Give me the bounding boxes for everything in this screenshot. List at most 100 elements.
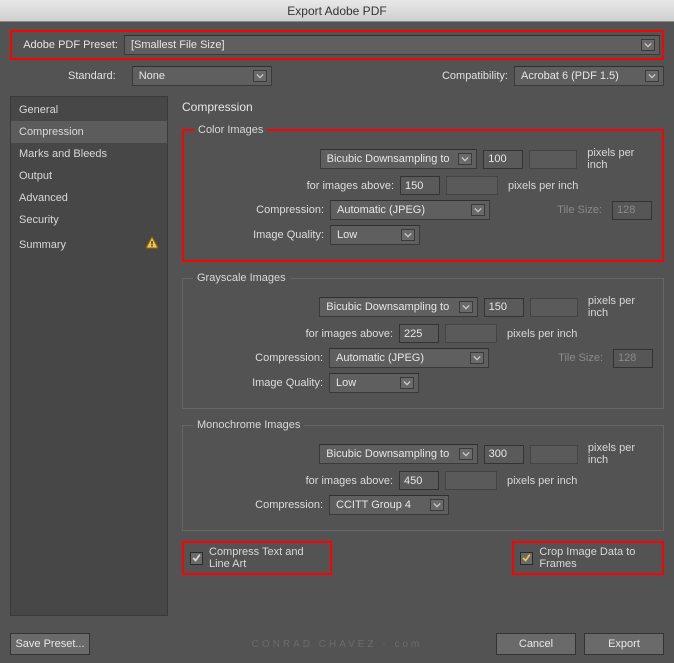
dropdown-value: Automatic (JPEG)	[337, 204, 425, 216]
dropdown-value: Low	[336, 377, 356, 389]
grayscale-images-group: Grayscale Images Bicubic Downsampling to…	[182, 272, 664, 409]
sidebar-item-general[interactable]: General	[11, 99, 167, 121]
stepper-blank[interactable]	[529, 150, 577, 169]
group-legend: Grayscale Images	[193, 272, 290, 284]
monochrome-images-group: Monochrome Images Bicubic Downsampling t…	[182, 419, 664, 531]
stepper-blank[interactable]	[446, 176, 498, 195]
mono-ppi-input[interactable]	[484, 445, 524, 464]
sidebar-item-advanced[interactable]: Advanced	[11, 187, 167, 209]
watermark: CONRAD CHAVEZ · com	[252, 639, 423, 650]
check-icon	[520, 552, 533, 565]
chevron-down-icon	[471, 204, 485, 216]
unit-label: pixels per inch	[507, 475, 577, 487]
chevron-down-icon	[459, 448, 473, 460]
gray-tile-input	[613, 349, 653, 368]
sidebar-item-summary[interactable]: Summary	[11, 231, 167, 258]
unit-label: pixels per inch	[588, 442, 653, 466]
mono-method-dropdown[interactable]: Bicubic Downsampling to	[319, 444, 477, 464]
color-images-group: Color Images Bicubic Downsampling to pix…	[182, 124, 664, 262]
compression-label: Compression:	[193, 352, 323, 364]
dropdown-value: Bicubic Downsampling to	[326, 448, 449, 460]
preset-dropdown[interactable]: [Smallest File Size]	[124, 35, 660, 55]
gray-ppi-input[interactable]	[484, 298, 524, 317]
gray-above-input[interactable]	[399, 324, 439, 343]
compat-label: Compatibility:	[442, 70, 508, 82]
tile-size-label: Tile Size:	[557, 204, 602, 216]
sidebar-item-label: Compression	[19, 126, 84, 138]
export-button[interactable]: Export	[584, 633, 664, 655]
check-icon	[190, 552, 203, 565]
mono-above-input[interactable]	[399, 471, 439, 490]
standard-value: None	[139, 70, 165, 82]
chevron-down-icon	[458, 153, 472, 165]
stepper-blank[interactable]	[445, 471, 497, 490]
window-title: Export Adobe PDF	[0, 0, 674, 22]
gray-method-dropdown[interactable]: Bicubic Downsampling to	[319, 297, 477, 317]
gray-quality-dropdown[interactable]: Low	[329, 373, 419, 393]
stepper-blank[interactable]	[530, 298, 578, 317]
panel-title: Compression	[182, 100, 664, 114]
stepper-blank[interactable]	[445, 324, 497, 343]
gray-compression-dropdown[interactable]: Automatic (JPEG)	[329, 348, 489, 368]
chevron-down-icon	[641, 39, 655, 51]
category-sidebar: General Compression Marks and Bleeds Out…	[10, 96, 168, 616]
dropdown-value: Low	[337, 229, 357, 241]
sidebar-item-compression[interactable]: Compression	[11, 121, 167, 143]
sidebar-item-label: Summary	[19, 239, 66, 251]
color-above-input[interactable]	[400, 176, 440, 195]
tile-size-label: Tile Size:	[558, 352, 603, 364]
stepper-blank[interactable]	[530, 445, 578, 464]
group-legend: Monochrome Images	[193, 419, 304, 431]
compress-text-checkbox[interactable]: Compress Text and Line Art	[182, 541, 332, 575]
chevron-down-icon	[645, 70, 659, 82]
sidebar-item-security[interactable]: Security	[11, 209, 167, 231]
unit-label: pixels per inch	[507, 328, 577, 340]
unit-label: pixels per inch	[508, 180, 578, 192]
compat-value: Acrobat 6 (PDF 1.5)	[521, 70, 619, 82]
group-legend: Color Images	[194, 124, 267, 136]
color-tile-input	[612, 201, 652, 220]
sidebar-item-label: Advanced	[19, 192, 68, 204]
cancel-button[interactable]: Cancel	[496, 633, 576, 655]
save-preset-button[interactable]: Save Preset...	[10, 633, 90, 655]
sidebar-item-label: General	[19, 104, 58, 116]
preset-label: Adobe PDF Preset:	[14, 39, 124, 51]
mono-compression-dropdown[interactable]: CCITT Group 4	[329, 495, 449, 515]
chevron-down-icon	[253, 70, 267, 82]
dropdown-value: Bicubic Downsampling to	[327, 153, 450, 165]
color-ppi-input[interactable]	[483, 150, 523, 169]
checkbox-label: Compress Text and Line Art	[209, 546, 324, 570]
chevron-down-icon	[401, 229, 415, 241]
chevron-down-icon	[430, 499, 444, 511]
sidebar-item-output[interactable]: Output	[11, 165, 167, 187]
chevron-down-icon	[470, 352, 484, 364]
dropdown-value: CCITT Group 4	[336, 499, 411, 511]
warning-icon	[145, 236, 159, 253]
above-label: for images above:	[193, 328, 393, 340]
quality-label: Image Quality:	[194, 229, 324, 241]
color-quality-dropdown[interactable]: Low	[330, 225, 420, 245]
color-compression-dropdown[interactable]: Automatic (JPEG)	[330, 200, 490, 220]
quality-label: Image Quality:	[193, 377, 323, 389]
checkbox-label: Crop Image Data to Frames	[539, 546, 656, 570]
color-method-dropdown[interactable]: Bicubic Downsampling to	[320, 149, 478, 169]
compression-label: Compression:	[194, 204, 324, 216]
standard-dropdown[interactable]: None	[132, 66, 272, 86]
standard-label: Standard:	[68, 70, 116, 82]
sidebar-item-label: Marks and Bleeds	[19, 148, 107, 160]
sidebar-item-label: Security	[19, 214, 59, 226]
dropdown-value: Automatic (JPEG)	[336, 352, 424, 364]
unit-label: pixels per inch	[588, 295, 653, 319]
sidebar-item-marks[interactable]: Marks and Bleeds	[11, 143, 167, 165]
chevron-down-icon	[400, 377, 414, 389]
dropdown-value: Bicubic Downsampling to	[326, 301, 449, 313]
crop-image-checkbox[interactable]: Crop Image Data to Frames	[512, 541, 664, 575]
above-label: for images above:	[194, 180, 394, 192]
unit-label: pixels per inch	[587, 147, 652, 171]
preset-value: [Smallest File Size]	[131, 39, 225, 51]
above-label: for images above:	[193, 475, 393, 487]
compat-dropdown[interactable]: Acrobat 6 (PDF 1.5)	[514, 66, 664, 86]
chevron-down-icon	[459, 301, 473, 313]
sidebar-item-label: Output	[19, 170, 52, 182]
compression-label: Compression:	[193, 499, 323, 511]
